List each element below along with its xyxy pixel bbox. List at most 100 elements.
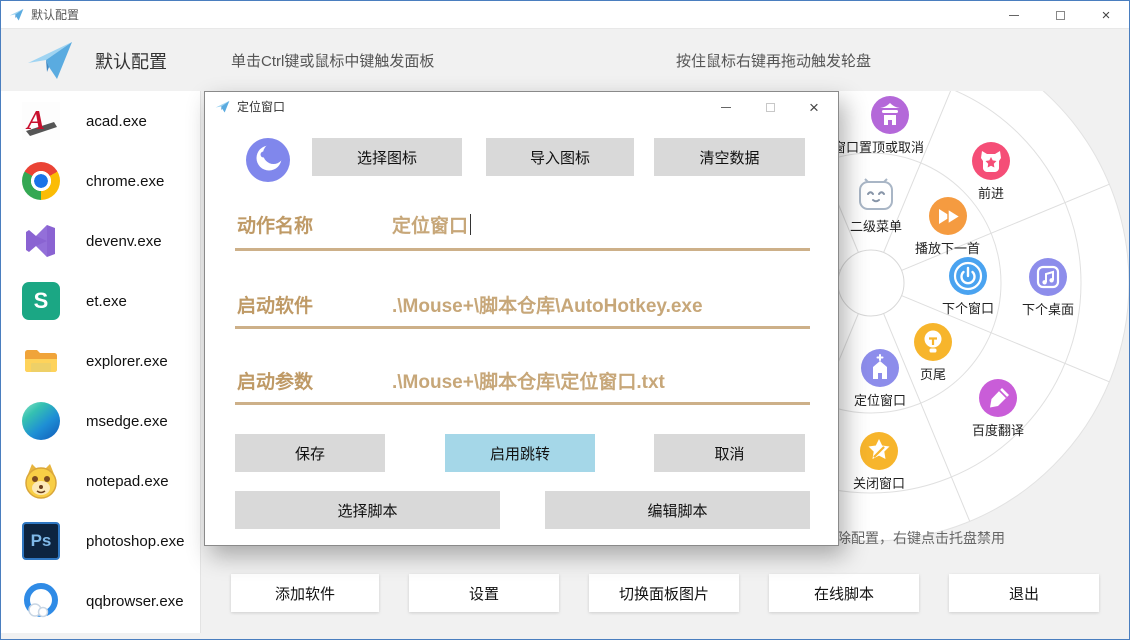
sidebar-item-et[interactable]: S et.exe (1, 279, 201, 323)
wheel-item-label: 前进 (978, 183, 1004, 202)
wheel-item-next-window[interactable]: 下个窗口 (942, 257, 994, 317)
profile-name: 默认配置 (95, 48, 167, 74)
app-name: acad.exe (86, 113, 147, 130)
close-icon: × (809, 99, 819, 116)
field-underline (235, 248, 810, 251)
edge-icon (22, 402, 60, 440)
app-sidebar: A acad.exe chrome.exe devenv.exe S et.ex… (1, 91, 201, 633)
forward-icon (972, 142, 1010, 180)
field-underline (235, 326, 810, 329)
wheel-item-forward[interactable]: 前进 (972, 142, 1010, 202)
switch-panel-image-button[interactable]: 切换面板图片 (589, 574, 739, 612)
action-name-label: 动作名称 (237, 211, 313, 238)
wheel-item-close-window[interactable]: 关闭窗口 (853, 432, 905, 492)
launch-args-input[interactable]: .\Mouse+\脚本仓库\定位窗口.txt (392, 367, 665, 394)
pin-window-icon (871, 96, 909, 134)
import-icon-button[interactable]: 导入图标 (486, 138, 634, 176)
dialog-title: 定位窗口 (237, 98, 285, 115)
locate-window-icon (861, 349, 899, 387)
minimize-button[interactable] (991, 1, 1037, 29)
online-scripts-button[interactable]: 在线脚本 (769, 574, 919, 612)
sidebar-item-chrome[interactable]: chrome.exe (1, 159, 201, 203)
app-name: et.exe (86, 293, 127, 310)
add-app-button[interactable]: 添加软件 (231, 574, 379, 612)
page-end-icon (914, 323, 952, 361)
wheel-item-page-end[interactable]: 页尾 (914, 323, 952, 383)
close-icon: × (1102, 8, 1111, 23)
minimize-icon (721, 107, 731, 108)
app-name: msedge.exe (86, 413, 168, 430)
app-logo-paper-plane-icon (25, 36, 75, 84)
wheel-item-label: 页尾 (920, 364, 946, 383)
wheel-item-next-desktop[interactable]: 下个桌面 (1022, 258, 1074, 318)
launch-app-label: 启动软件 (237, 291, 313, 318)
baidu-translate-icon (979, 379, 1017, 417)
panel-trigger-hint: 单击Ctrl键或鼠标中键触发面板 (231, 50, 434, 71)
wheel-item-label: 二级菜单 (850, 216, 902, 235)
chrome-icon (22, 162, 60, 200)
field-underline (235, 402, 810, 405)
edit-script-button[interactable]: 编辑脚本 (545, 491, 810, 529)
window-title: 默认配置 (31, 6, 79, 23)
sidebar-item-explorer[interactable]: explorer.exe (1, 339, 201, 383)
exit-button[interactable]: 退出 (949, 574, 1099, 612)
maximize-icon (1056, 11, 1065, 20)
sidebar-item-msedge[interactable]: msedge.exe (1, 399, 201, 443)
wheel-item-play-next[interactable]: 播放下一首 (915, 197, 980, 257)
dialog-maximize-button[interactable] (748, 92, 792, 122)
cancel-button[interactable]: 取消 (654, 434, 805, 472)
app-name: qqbrowser.exe (86, 593, 184, 610)
paper-plane-icon (215, 99, 230, 114)
wheel-item-label: 百度翻译 (972, 420, 1024, 439)
sidebar-item-qqbrowser[interactable]: qqbrowser.exe (1, 579, 201, 623)
header: 默认配置 单击Ctrl键或鼠标中键触发面板 按住鼠标右键再拖动触发轮盘 (1, 29, 1129, 91)
settings-button[interactable]: 设置 (409, 574, 559, 612)
next-desktop-icon (1029, 258, 1067, 296)
play-next-icon (929, 197, 967, 235)
secondary-menu-icon (857, 175, 895, 213)
app-window: 默认配置 × 默认配置 单击Ctrl键或鼠标中键触发面板 按住鼠标右键再拖动触发… (0, 0, 1130, 640)
sidebar-item-photoshop[interactable]: Ps photoshop.exe (1, 519, 201, 563)
action-moon-icon (246, 138, 290, 182)
wheel-item-baidu-translate[interactable]: 百度翻译 (972, 379, 1024, 439)
select-icon-button[interactable]: 选择图标 (312, 138, 462, 176)
qqbrowser-icon (22, 582, 60, 620)
window-controls: × (991, 1, 1129, 29)
maximize-button[interactable] (1037, 1, 1083, 29)
enable-jump-button[interactable]: 启用跳转 (445, 434, 595, 472)
wheel-item-label: 定位窗口 (854, 390, 906, 409)
paper-plane-icon (9, 7, 24, 22)
dialog-close-button[interactable]: × (792, 92, 836, 122)
save-button[interactable]: 保存 (235, 434, 385, 472)
wheel-item-pin-window[interactable]: 窗口置顶或取消 (855, 96, 924, 156)
sidebar-item-acad[interactable]: A acad.exe (1, 99, 201, 143)
minimize-icon (1009, 15, 1019, 16)
launch-args-label: 启动参数 (237, 367, 313, 394)
sidebar-item-notepad[interactable]: notepad.exe (1, 459, 201, 503)
wheel-item-secondary-menu[interactable]: 二级菜单 (850, 175, 902, 235)
folder-icon (22, 342, 60, 380)
text-caret (470, 214, 471, 235)
next-window-icon (949, 257, 987, 295)
wheel-item-label: 窗口置顶或取消 (833, 137, 924, 156)
tray-hint-text: 删除配置，右键点击托盘禁用 (823, 528, 1005, 548)
launch-app-input[interactable]: .\Mouse+\脚本仓库\AutoHotkey.exe (392, 291, 703, 318)
autocad-icon: A (22, 102, 60, 140)
dialog-window-controls: × (704, 92, 836, 122)
wps-spreadsheet-icon: S (22, 282, 60, 320)
wheel-item-label: 下个窗口 (942, 298, 994, 317)
action-name-input[interactable]: 定位窗口 (392, 211, 471, 238)
select-script-button[interactable]: 选择脚本 (235, 491, 500, 529)
dialog-minimize-button[interactable] (704, 92, 748, 122)
close-button[interactable]: × (1083, 1, 1129, 29)
wheel-item-locate-window[interactable]: 定位窗口 (854, 349, 906, 409)
clear-data-button[interactable]: 清空数据 (654, 138, 805, 176)
doge-icon (22, 462, 60, 500)
photoshop-icon: Ps (22, 522, 60, 560)
wheel-item-label: 播放下一首 (915, 238, 980, 257)
app-name: devenv.exe (86, 233, 162, 250)
app-name: notepad.exe (86, 473, 169, 490)
sidebar-item-devenv[interactable]: devenv.exe (1, 219, 201, 263)
wheel-item-label: 关闭窗口 (853, 473, 905, 492)
app-name: chrome.exe (86, 173, 164, 190)
